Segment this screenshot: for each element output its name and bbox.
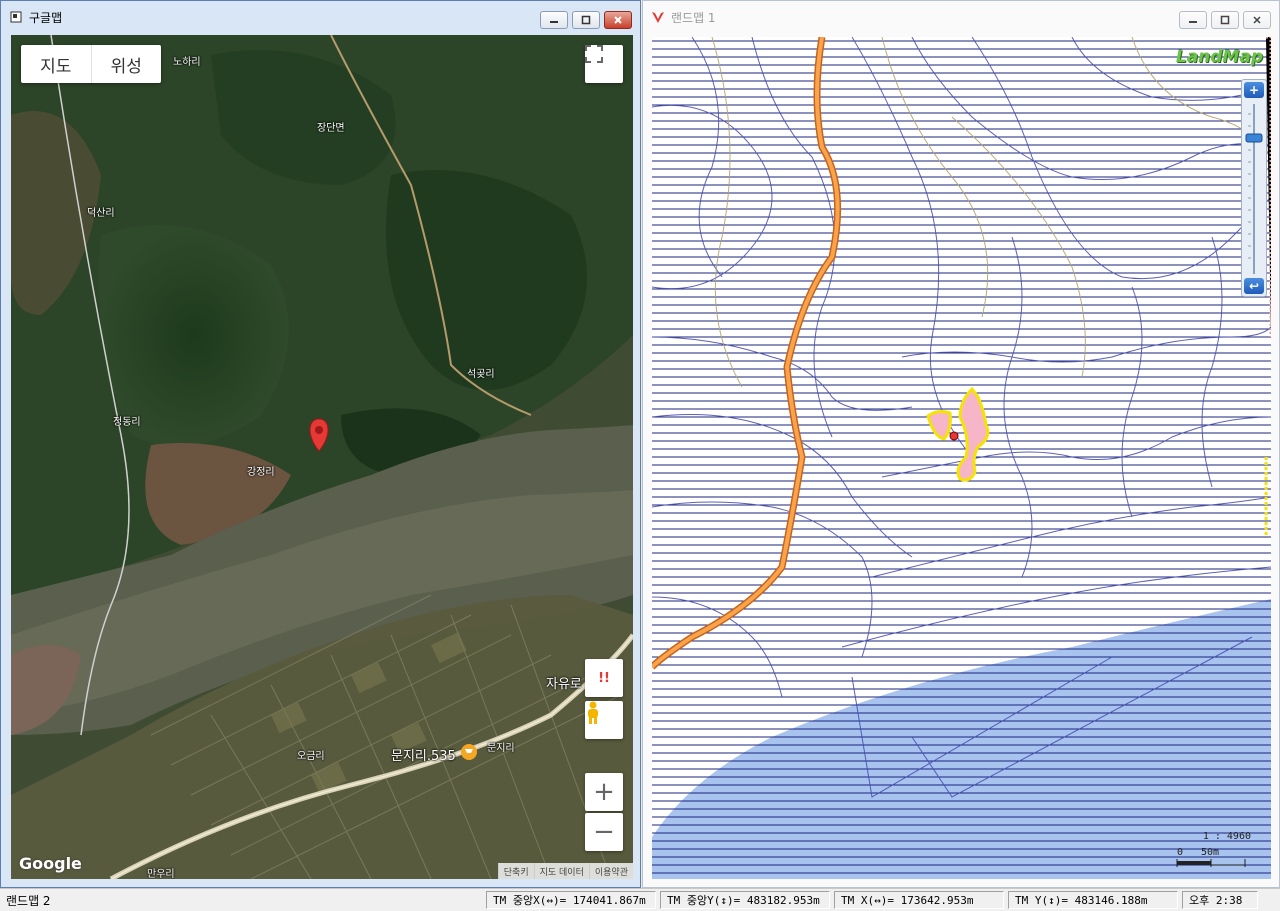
zoom-out-button[interactable]: − <box>585 813 623 851</box>
google-map-window: 구글맵 지도 위성 노하리 장단면 덕산리 석곶리 정동리 강정리 오금리 문지… <box>0 0 641 888</box>
poi-label: 문지리.535 <box>391 749 456 764</box>
close-button[interactable] <box>1243 11 1271 29</box>
place-label: 만우리 <box>147 869 175 879</box>
map-type-toggle: 지도 위성 <box>21 45 161 83</box>
zoom-in-button[interactable]: + <box>1244 82 1264 98</box>
zoom-in-button[interactable]: + <box>585 773 623 811</box>
landmap-app-icon <box>651 10 665 24</box>
minimize-button[interactable] <box>1179 11 1207 29</box>
status-clock: 오후 2:38 <box>1182 891 1258 909</box>
shortcuts-link[interactable]: 단축키 <box>497 863 534 879</box>
title-bar[interactable]: 랜드맵 1 <box>643 1 1279 33</box>
satellite-tab[interactable]: 위성 <box>90 45 162 83</box>
minimize-button[interactable] <box>540 11 568 29</box>
window-title: 구글맵 <box>29 10 63 25</box>
status-tm-center-x: TM 중앙X(↔)= 174041.867m <box>486 891 656 909</box>
close-button[interactable] <box>604 11 632 29</box>
window-controls <box>540 11 632 29</box>
window-title: 랜드맵 1 <box>671 10 716 25</box>
place-label: 덕산리 <box>87 208 115 219</box>
scale-zero: 0 <box>1177 847 1184 858</box>
map-data-link[interactable]: 지도 데이터 <box>533 863 589 879</box>
scale-indicator: 1 : 4960 0 50m <box>1171 831 1251 871</box>
terms-link[interactable]: 이용약관 <box>588 863 633 879</box>
map-footer: 단축키 지도 데이터 이용약관 <box>497 863 633 879</box>
fullscreen-icon <box>585 45 603 63</box>
maximize-button[interactable] <box>572 11 600 29</box>
place-label: 강정리 <box>247 467 275 478</box>
fullscreen-button[interactable] <box>585 45 623 83</box>
scale-distance: 50m <box>1201 847 1220 858</box>
place-label: 문지리 <box>487 743 515 754</box>
status-tm-y: TM Y(↕)= 483146.188m <box>1008 891 1178 909</box>
place-label: 오금리 <box>297 751 325 762</box>
landmap-logo: LandMap <box>1175 47 1263 67</box>
place-label: 정동리 <box>113 417 141 428</box>
place-label: 석곶리 <box>467 369 495 380</box>
status-tm-x: TM X(↔)= 173642.953m <box>834 891 1004 909</box>
title-bar[interactable]: 구글맵 <box>1 1 640 33</box>
pegman-icon <box>588 701 598 724</box>
zoom-out-button[interactable]: ↩ <box>1244 278 1264 294</box>
place-label: 장단면 <box>317 123 345 134</box>
satellite-map[interactable]: 지도 위성 노하리 장단면 덕산리 석곶리 정동리 강정리 오금리 문지리 만우… <box>11 35 633 879</box>
status-app-name: 랜드맵 2 <box>6 894 51 908</box>
scale-bar <box>1176 859 1246 867</box>
place-label: 노하리 <box>173 57 201 68</box>
window-controls <box>1179 11 1271 29</box>
app-icon <box>9 10 23 24</box>
landmap-window: 랜드맵 1 LandMap + ↩ 1: 4960 0 50m <box>642 0 1280 888</box>
zoom-slider[interactable]: + ↩ <box>1241 79 1267 297</box>
report-button[interactable]: !! <box>585 659 623 697</box>
maximize-button[interactable] <box>1211 11 1239 29</box>
zoom-track <box>1245 104 1263 274</box>
status-tm-center-y: TM 중앙Y(↕)= 483182.953m <box>660 891 830 909</box>
scale-ratio: 1 : 4960 <box>1202 831 1251 842</box>
cadastral-map[interactable]: LandMap + ↩ 1 : 4960 0 50m <box>652 37 1271 879</box>
google-logo: Google <box>19 854 82 873</box>
status-bar: 랜드맵 2 TM 중앙X(↔)= 174041.867m TM 중앙Y(↕)= … <box>0 888 1280 911</box>
street-view-button[interactable] <box>585 701 623 739</box>
road-label: 자유로 <box>546 677 582 692</box>
map-tab[interactable]: 지도 <box>21 45 91 83</box>
